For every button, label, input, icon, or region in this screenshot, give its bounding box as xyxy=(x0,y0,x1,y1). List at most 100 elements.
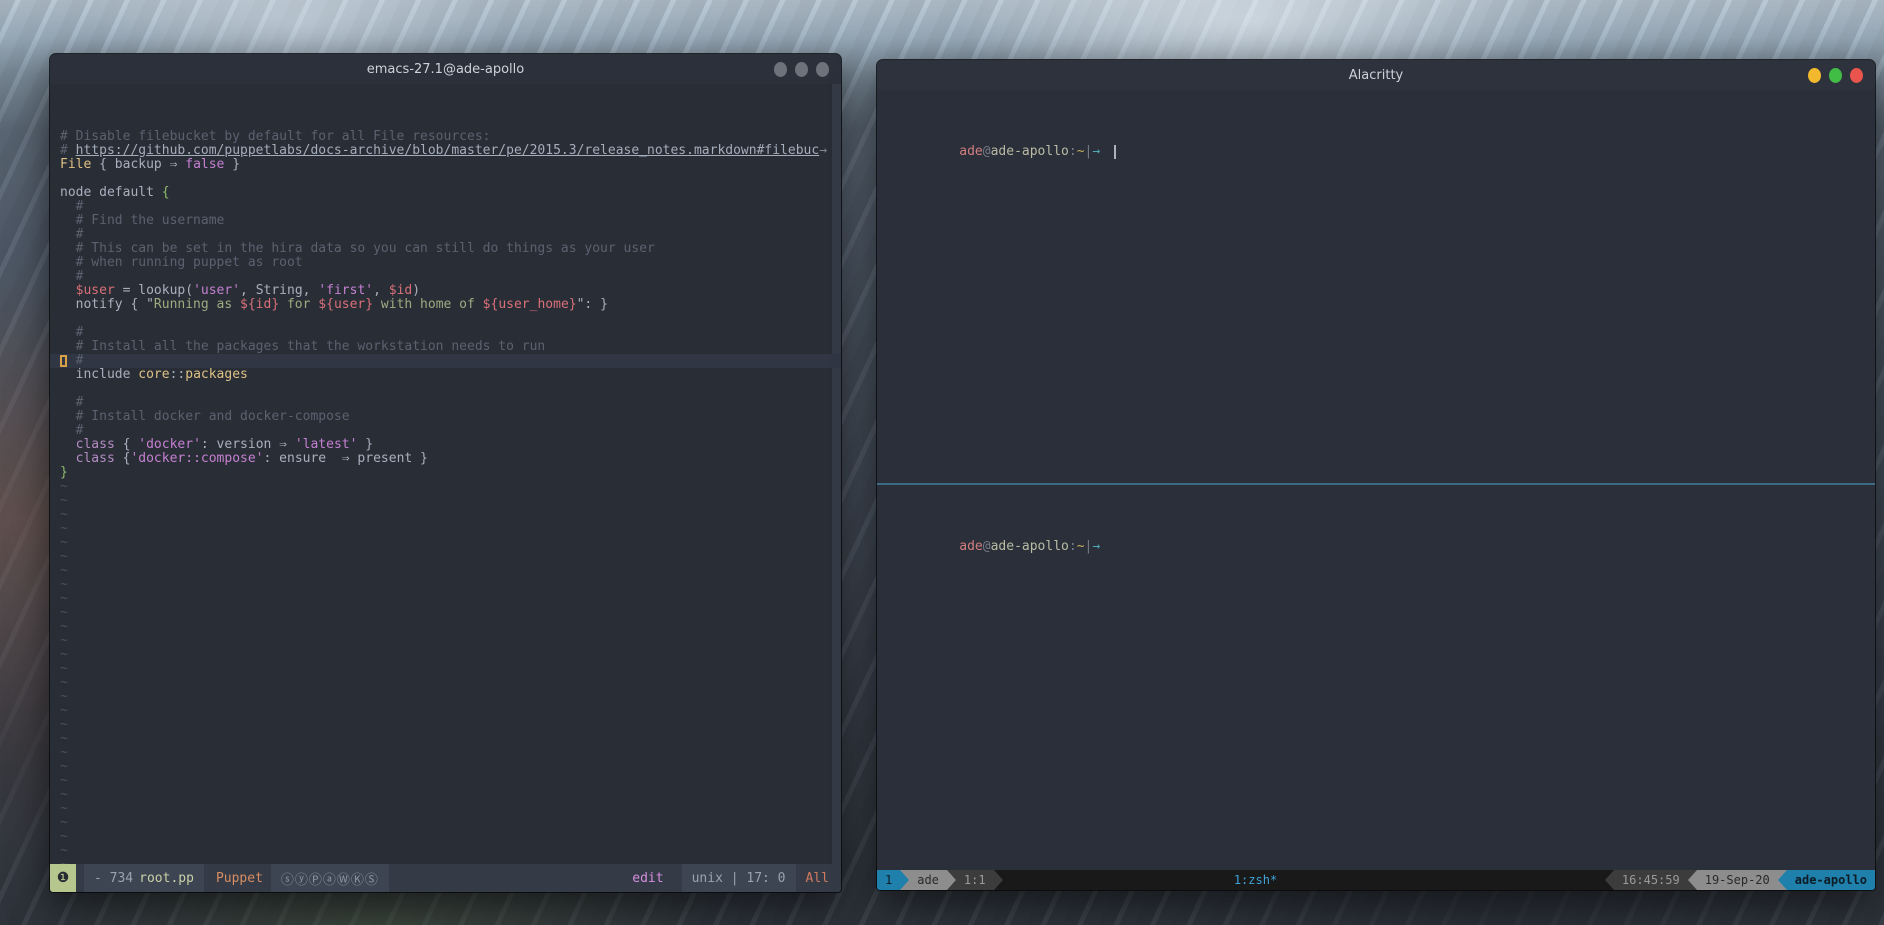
code-line: # when running puppet as root xyxy=(60,256,827,270)
tmux-pane-top[interactable]: ade@ade-apollo:~|→ xyxy=(877,90,1875,483)
code-line: # https://github.com/puppetlabs/docs-arc… xyxy=(60,144,827,158)
minor-modes-chip: ⓢⓨⓅⓐⓌⓀⓈ xyxy=(271,864,389,892)
prompt-segment-dim: @ xyxy=(983,539,991,554)
buffer-position: - 734 xyxy=(94,871,133,886)
major-mode-label[interactable]: Puppet xyxy=(216,871,263,886)
empty-line-tilde: ~ xyxy=(60,844,827,858)
emacs-window-title: emacs-27.1@ade-apollo xyxy=(367,62,524,77)
emacs-modeline: ❶ - 734 root.pp Puppet ⓢⓨⓅⓐⓌⓀⓈ edit unix… xyxy=(50,864,841,892)
code-line: # xyxy=(60,270,827,284)
emacs-maximize-button[interactable] xyxy=(816,62,829,77)
empty-line-tilde: ~ xyxy=(60,760,827,774)
emacs-cursor xyxy=(60,355,67,367)
code-line: # Install all the packages that the work… xyxy=(60,340,827,354)
emacs-minimize-button[interactable] xyxy=(795,62,808,77)
code-line: # xyxy=(60,326,827,340)
prompt-segment-dim: @ xyxy=(983,144,991,159)
shell-prompt-top: ade@ade-apollo:~|→ xyxy=(881,128,1871,142)
emacs-window: emacs-27.1@ade-apollo # Disable filebuck… xyxy=(50,54,841,892)
empty-line-tilde: ~ xyxy=(60,634,827,648)
empty-line-tilde: ~ xyxy=(60,732,827,746)
prompt-segment-host: ade-apollo xyxy=(991,539,1069,554)
code-line: node default { xyxy=(60,186,827,200)
empty-line-tilde: ~ xyxy=(60,690,827,704)
empty-line-tilde: ~ xyxy=(60,816,827,830)
alacritty-close-button[interactable] xyxy=(1850,68,1863,83)
tmux-status-bar: 1 ade 1:1 1:zsh* 16:45:59 19-Sep-20 ade-… xyxy=(877,870,1875,890)
code-line: } xyxy=(60,466,827,480)
empty-line-tilde: ~ xyxy=(60,522,827,536)
code-line: # This can be set in the hira data so yo… xyxy=(60,242,827,256)
empty-line-tilde: ~ xyxy=(60,676,827,690)
empty-line-tilde: ~ xyxy=(60,564,827,578)
code-line xyxy=(60,382,827,396)
tmux-user-segment: ade xyxy=(909,870,947,890)
empty-line-tilde: ~ xyxy=(60,592,827,606)
empty-line-tilde: ~ xyxy=(60,648,827,662)
empty-line-tilde: ~ xyxy=(60,480,827,494)
encoding-chip: unix | 17: 0 xyxy=(682,864,796,892)
prompt-segment-path: ~ xyxy=(1077,144,1085,159)
tmux-hostname: ade-apollo xyxy=(1787,870,1875,890)
empty-line-tilde: ~ xyxy=(60,718,827,732)
tmux-date: 19-Sep-20 xyxy=(1697,870,1778,890)
tmux-pane-bottom[interactable]: ade@ade-apollo:~|→ xyxy=(877,485,1875,870)
alacritty-maximize-button[interactable] xyxy=(1829,68,1842,83)
prompt-segment-arrow: → xyxy=(1092,539,1100,554)
empty-line-tilde: ~ xyxy=(60,802,827,816)
shell-prompt-bottom: ade@ade-apollo:~|→ xyxy=(881,523,1871,537)
emacs-titlebar[interactable]: emacs-27.1@ade-apollo xyxy=(50,54,841,84)
empty-line-tilde: ~ xyxy=(60,606,827,620)
powerline-arrow xyxy=(947,870,956,890)
code-line: # Install docker and docker-compose xyxy=(60,410,827,424)
workspace-badge: ❶ xyxy=(50,864,76,892)
powerline-arrow xyxy=(900,870,909,890)
tmux-clock: 16:45:59 xyxy=(1614,870,1688,890)
prompt-segment-path: ~ xyxy=(1077,539,1085,554)
code-line: # xyxy=(60,228,827,242)
code-line: notify { "Running as ${id} for ${user} w… xyxy=(60,298,827,312)
prompt-segment-dim: : xyxy=(1069,144,1077,159)
alacritty-titlebar[interactable]: Alacritty xyxy=(877,60,1875,90)
prompt-segment-dim: : xyxy=(1069,539,1077,554)
desktop-wallpaper: emacs-27.1@ade-apollo # Disable filebuck… xyxy=(0,0,1884,925)
code-line: # xyxy=(60,424,827,438)
code-line: # xyxy=(60,396,827,410)
code-line: include core::packages xyxy=(60,368,827,382)
scroll-position-label: All xyxy=(806,871,829,886)
empty-line-tilde: ~ xyxy=(60,704,827,718)
powerline-arrow xyxy=(1688,870,1697,890)
alacritty-window: Alacritty ade@ade-apollo:~|→ ade@ade-apo… xyxy=(877,60,1875,890)
prompt-segment-host: ade-apollo xyxy=(991,144,1069,159)
buffer-info-chip: - 734 root.pp xyxy=(84,864,204,892)
tmux-window-index[interactable]: 1:1 xyxy=(956,870,994,890)
tmux-active-window[interactable]: 1:zsh* xyxy=(1228,870,1283,890)
code-line xyxy=(60,172,827,186)
code-line xyxy=(60,312,827,326)
empty-line-tilde: ~ xyxy=(60,662,827,676)
empty-line-tilde: ~ xyxy=(60,620,827,634)
empty-line-tilde: ~ xyxy=(60,746,827,760)
alacritty-minimize-button[interactable] xyxy=(1808,68,1821,83)
tmux-spacer xyxy=(1283,870,1605,890)
terminal-area[interactable]: ade@ade-apollo:~|→ ade@ade-apollo:~|→ 1 … xyxy=(877,90,1875,890)
emacs-close-button[interactable] xyxy=(774,62,787,77)
prompt-segment-arrow: → xyxy=(1092,144,1100,159)
alacritty-window-title: Alacritty xyxy=(1349,68,1403,83)
code-line: # Disable filebucket by default for all … xyxy=(60,130,827,144)
empty-line-tilde: ~ xyxy=(60,774,827,788)
code-line: File { backup ⇒ false } xyxy=(60,158,827,172)
emacs-scrollbar[interactable] xyxy=(832,84,841,864)
powerline-arrow xyxy=(994,870,1003,890)
code-line-current: # xyxy=(50,354,841,368)
minor-modes-icons: ⓢⓨⓅⓐⓌⓀⓈ xyxy=(281,869,379,888)
buffer-filename: root.pp xyxy=(139,871,194,886)
empty-line-tilde: ~ xyxy=(60,830,827,844)
prompt-segment-user: ade xyxy=(959,144,982,159)
edit-state-label: edit xyxy=(632,871,663,886)
tmux-session-badge[interactable]: 1 xyxy=(877,870,900,890)
powerline-arrow xyxy=(1605,870,1614,890)
prompt-segment-user: ade xyxy=(959,539,982,554)
empty-line-tilde: ~ xyxy=(60,536,827,550)
emacs-buffer[interactable]: # Disable filebucket by default for all … xyxy=(50,84,841,864)
